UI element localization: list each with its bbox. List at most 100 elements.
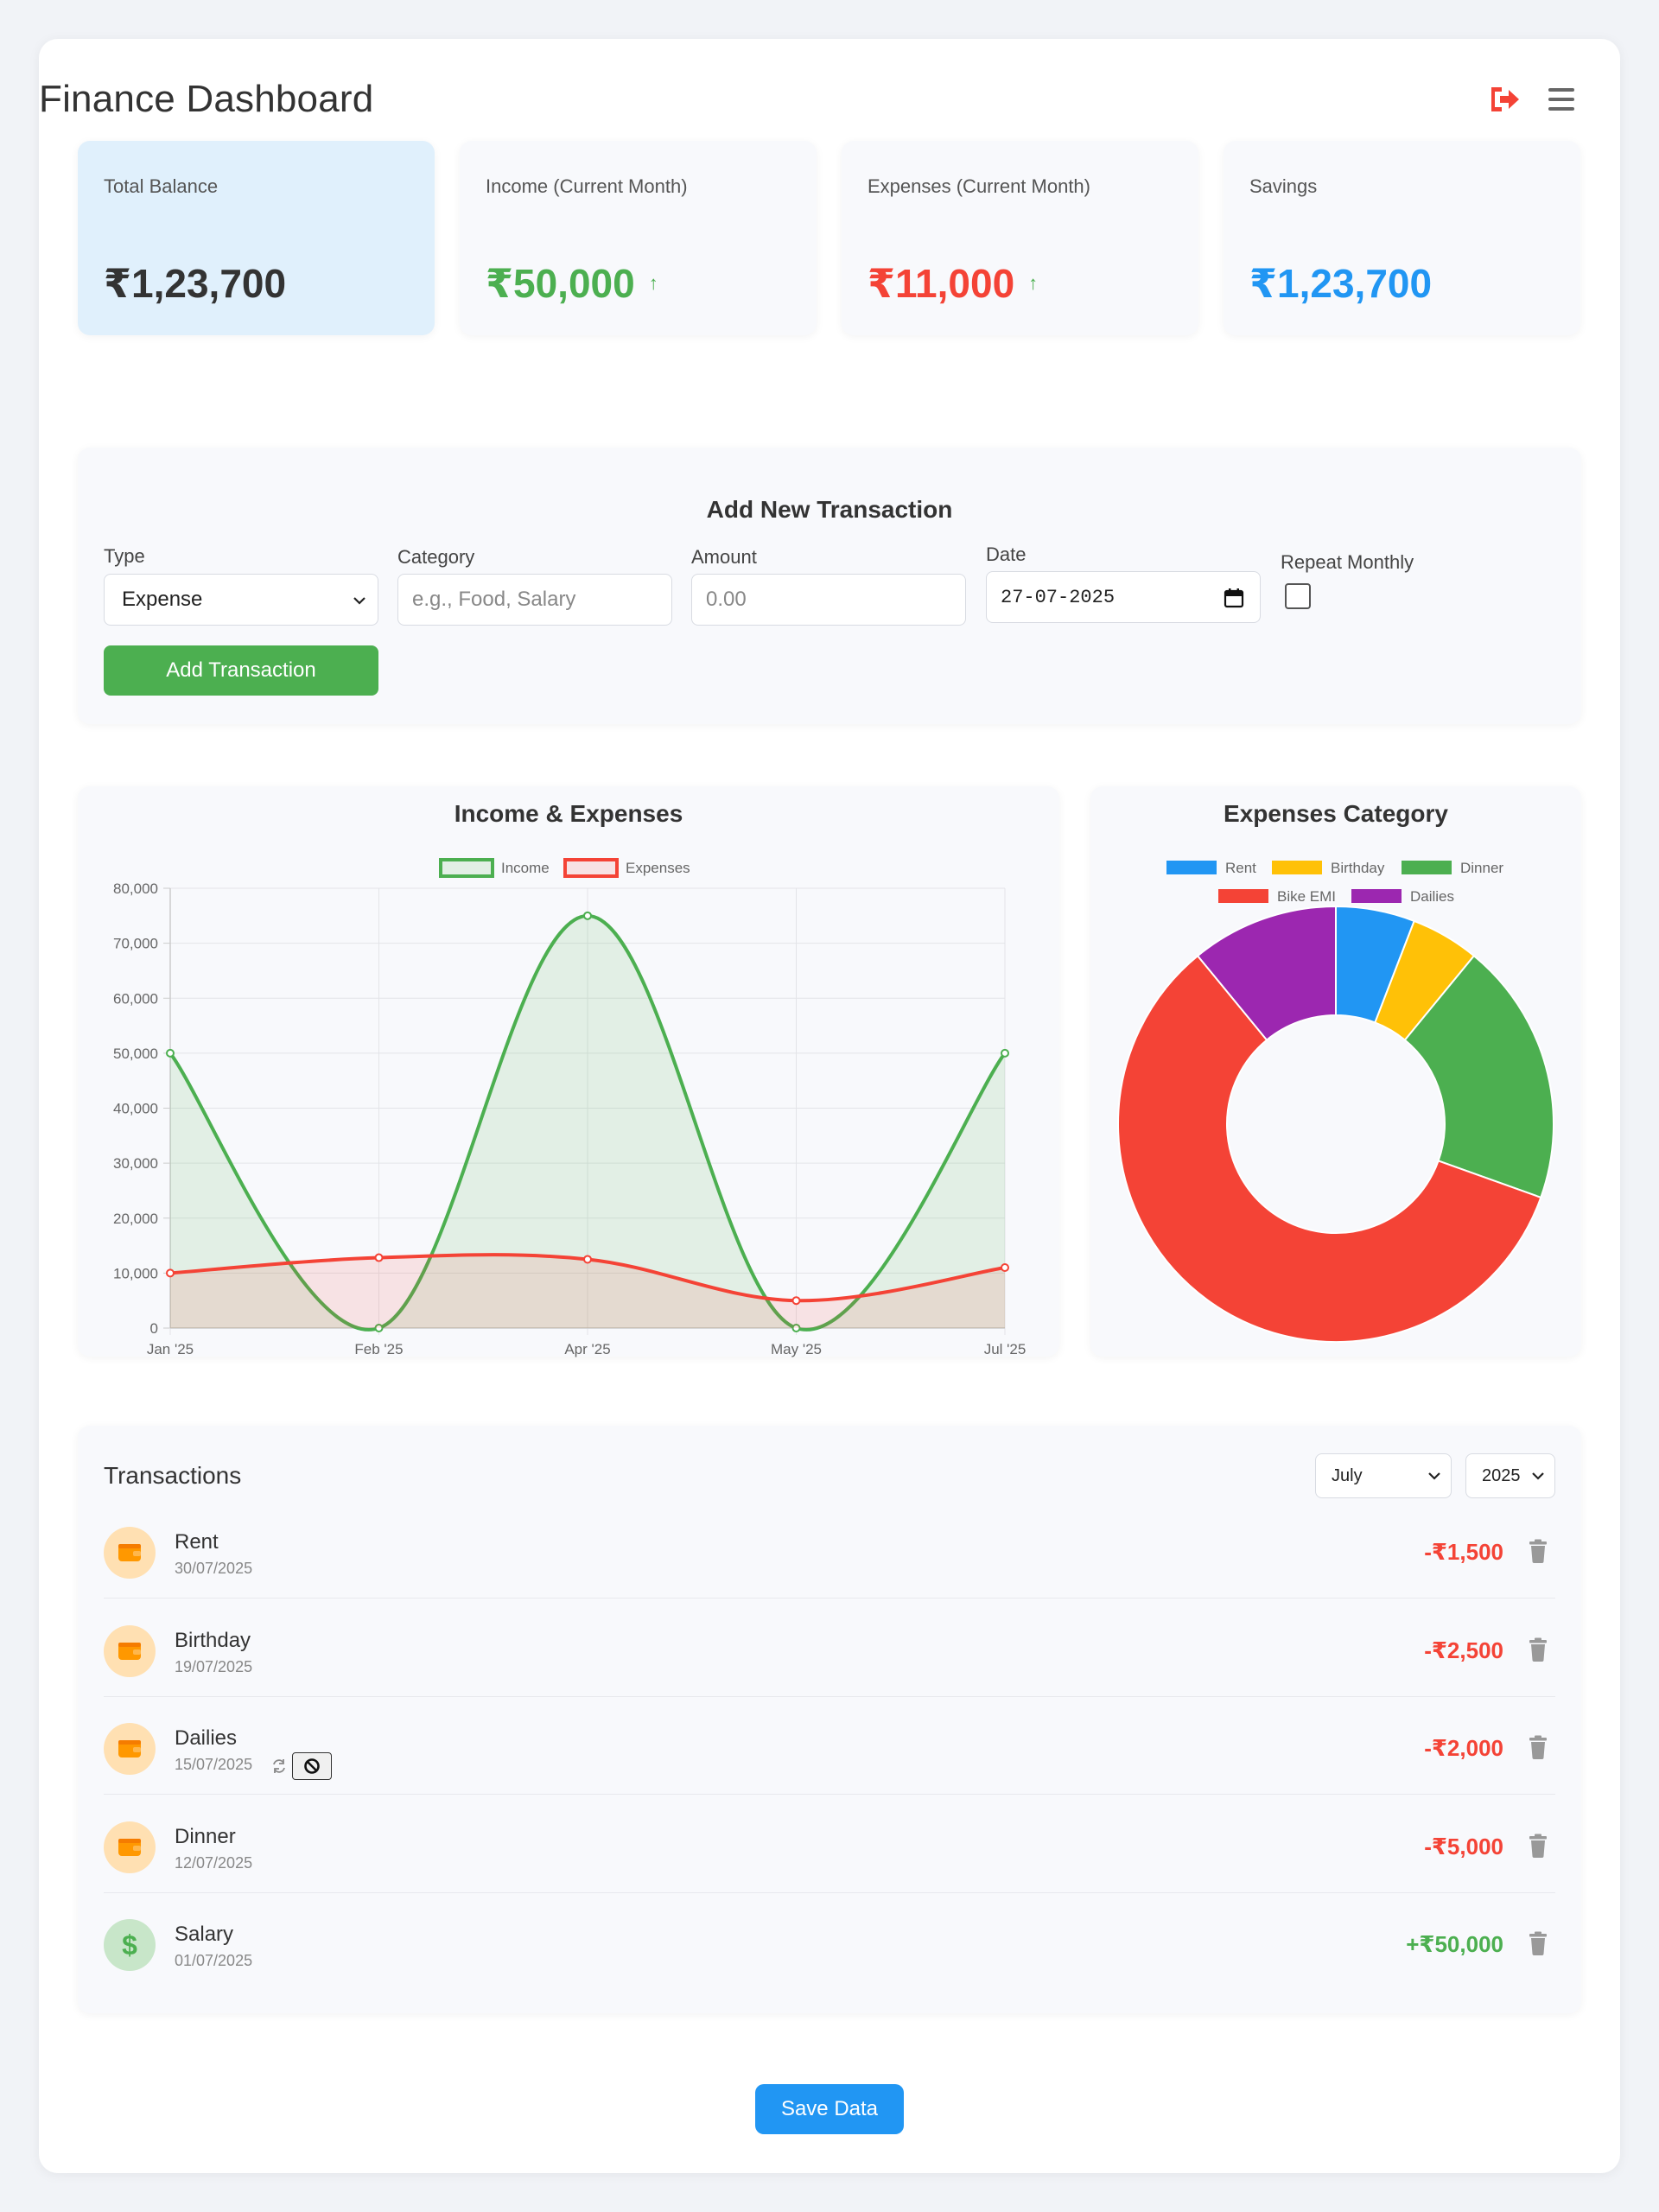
x-tick-label: Feb '25 — [354, 1341, 403, 1357]
trash-icon[interactable] — [1528, 1539, 1548, 1563]
category-label: Category — [397, 546, 475, 568]
page-title: Finance Dashboard — [39, 78, 374, 120]
y-tick-label: 70,000 — [113, 936, 158, 952]
transaction-date: 15/07/2025 — [175, 1756, 253, 1773]
income-card: Income (Current Month) ₹50,000 ↑ — [460, 141, 817, 335]
hamburger-menu-icon[interactable] — [1543, 80, 1581, 118]
chevron-down-icon — [353, 597, 365, 605]
data-point — [374, 1253, 384, 1262]
card-label: Expenses (Current Month) — [868, 175, 1090, 197]
data-point — [1001, 1048, 1009, 1058]
legend-swatch — [439, 858, 494, 878]
transaction-name: Dinner — [175, 1824, 236, 1848]
legend-swatch — [563, 858, 619, 878]
save-data-button[interactable]: Save Data — [755, 2084, 904, 2134]
year-select-value: 2025 — [1482, 1465, 1521, 1485]
repeat-icon — [273, 1759, 285, 1773]
date-input[interactable]: 27-07-2025 — [986, 571, 1261, 623]
logout-icon[interactable] — [1484, 80, 1522, 118]
transaction-row: Dailies 15/07/2025 -₹2,000 — [78, 1697, 1581, 1795]
trash-icon[interactable] — [1528, 1931, 1548, 1955]
legend-swatch — [1218, 889, 1268, 903]
legend-label: Dailies — [1410, 888, 1454, 905]
add-transaction-button[interactable]: Add Transaction — [104, 645, 378, 696]
repeat-monthly-checkbox[interactable] — [1285, 583, 1311, 609]
y-tick-label: 60,000 — [113, 990, 158, 1007]
month-select[interactable]: July — [1315, 1453, 1452, 1498]
y-tick-label: 20,000 — [113, 1211, 158, 1227]
transaction-date: 12/07/2025 — [175, 1853, 253, 1872]
transactions-panel: Transactions July 2025 Rent 30/07/2025 -… — [78, 1426, 1581, 2013]
data-point — [583, 1255, 592, 1264]
transaction-amount: -₹2,000 — [1424, 1735, 1503, 1761]
legend-swatch — [1166, 861, 1217, 874]
transaction-name: Salary — [175, 1923, 234, 1946]
legend-label: Expenses — [626, 860, 690, 876]
legend-swatch — [1272, 861, 1322, 874]
transaction-amount: -₹1,500 — [1424, 1539, 1503, 1565]
card-value: ₹1,23,700 — [1249, 261, 1433, 306]
y-tick-label: 10,000 — [113, 1265, 158, 1281]
y-tick-label: 0 — [150, 1320, 158, 1337]
x-tick-label: Jul '25 — [984, 1341, 1027, 1357]
wallet-icon — [104, 1527, 156, 1579]
card-label: Total Balance — [104, 175, 219, 197]
legend-label: Dinner — [1460, 860, 1503, 876]
svg-text:$: $ — [122, 1930, 137, 1960]
transaction-row: Dinner 12/07/2025 -₹5,000 — [78, 1796, 1581, 1893]
wallet-icon — [104, 1821, 156, 1873]
transaction-date: 19/07/2025 — [175, 1657, 253, 1675]
data-point — [1001, 1263, 1009, 1273]
calendar-icon[interactable] — [1224, 588, 1244, 608]
trash-icon[interactable] — [1528, 1834, 1548, 1858]
transaction-amount: -₹2,500 — [1424, 1637, 1503, 1663]
expenses-category-chart: Rent Birthday Dinner Bike EMI Dailies — [1117, 860, 1554, 1343]
savings-card: Savings ₹1,23,700 — [1224, 141, 1580, 335]
legend-swatch — [1402, 861, 1452, 874]
arrow-up-icon: ↑ — [1028, 272, 1039, 294]
x-tick-label: May '25 — [771, 1341, 822, 1357]
wallet-icon — [104, 1723, 156, 1775]
dollar-icon: $ — [104, 1919, 156, 1971]
date-input-value: 27-07-2025 — [1001, 586, 1116, 608]
legend-label: Bike EMI — [1277, 888, 1336, 905]
legend-label: Birthday — [1331, 860, 1385, 876]
chevron-down-icon — [1532, 1472, 1544, 1480]
card-value: ₹50,000 ↑ — [486, 261, 658, 306]
data-point — [583, 911, 592, 920]
year-select[interactable]: 2025 — [1465, 1453, 1555, 1498]
transactions-title: Transactions — [104, 1462, 242, 1489]
date-label: Date — [986, 543, 1027, 565]
x-tick-label: Apr '25 — [564, 1341, 610, 1357]
transaction-amount: -₹5,000 — [1424, 1833, 1503, 1859]
legend-label: Income — [501, 860, 550, 876]
stop-recurring-button[interactable] — [292, 1752, 332, 1780]
expenses-card: Expenses (Current Month) ₹11,000 ↑ — [842, 141, 1198, 335]
type-label: Type — [104, 545, 145, 567]
trash-icon[interactable] — [1528, 1735, 1548, 1759]
income-expenses-chart: 0 10,000 20,000 30,000 40,000 50,000 60,000 70,… — [113, 858, 1027, 1357]
y-tick-label: 30,000 — [113, 1155, 158, 1172]
category-input[interactable]: e.g., Food, Salary — [397, 574, 672, 626]
transaction-date: 01/07/2025 — [175, 1952, 253, 1969]
data-point — [166, 1048, 175, 1058]
pie-chart-title: Expenses Category — [1224, 800, 1448, 827]
type-select[interactable]: Expense — [104, 574, 378, 626]
transaction-row: Rent 30/07/2025 -₹1,500 — [78, 1501, 1581, 1599]
ban-icon — [304, 1758, 320, 1774]
chevron-down-icon — [1428, 1472, 1440, 1480]
amount-input[interactable]: 0.00 — [691, 574, 966, 626]
transaction-row: $ Salary 01/07/2025 +₹50,000 — [78, 1893, 1581, 1991]
transaction-name: Rent — [175, 1530, 219, 1554]
data-point — [166, 1268, 175, 1278]
transaction-list: Rent 30/07/2025 -₹1,500 Birthday 19/07/2… — [78, 1501, 1581, 1993]
month-select-value: July — [1332, 1465, 1363, 1485]
trash-icon[interactable] — [1528, 1637, 1548, 1662]
card-value: ₹11,000 ↑ — [868, 261, 1039, 306]
type-select-value: Expense — [122, 588, 203, 611]
repeat-label: Repeat Monthly — [1281, 551, 1414, 573]
transaction-name: Birthday — [175, 1628, 251, 1652]
card-label: Income (Current Month) — [486, 175, 688, 197]
y-tick-label: 80,000 — [113, 880, 158, 897]
transaction-row: Birthday 19/07/2025 -₹2,500 — [78, 1599, 1581, 1697]
